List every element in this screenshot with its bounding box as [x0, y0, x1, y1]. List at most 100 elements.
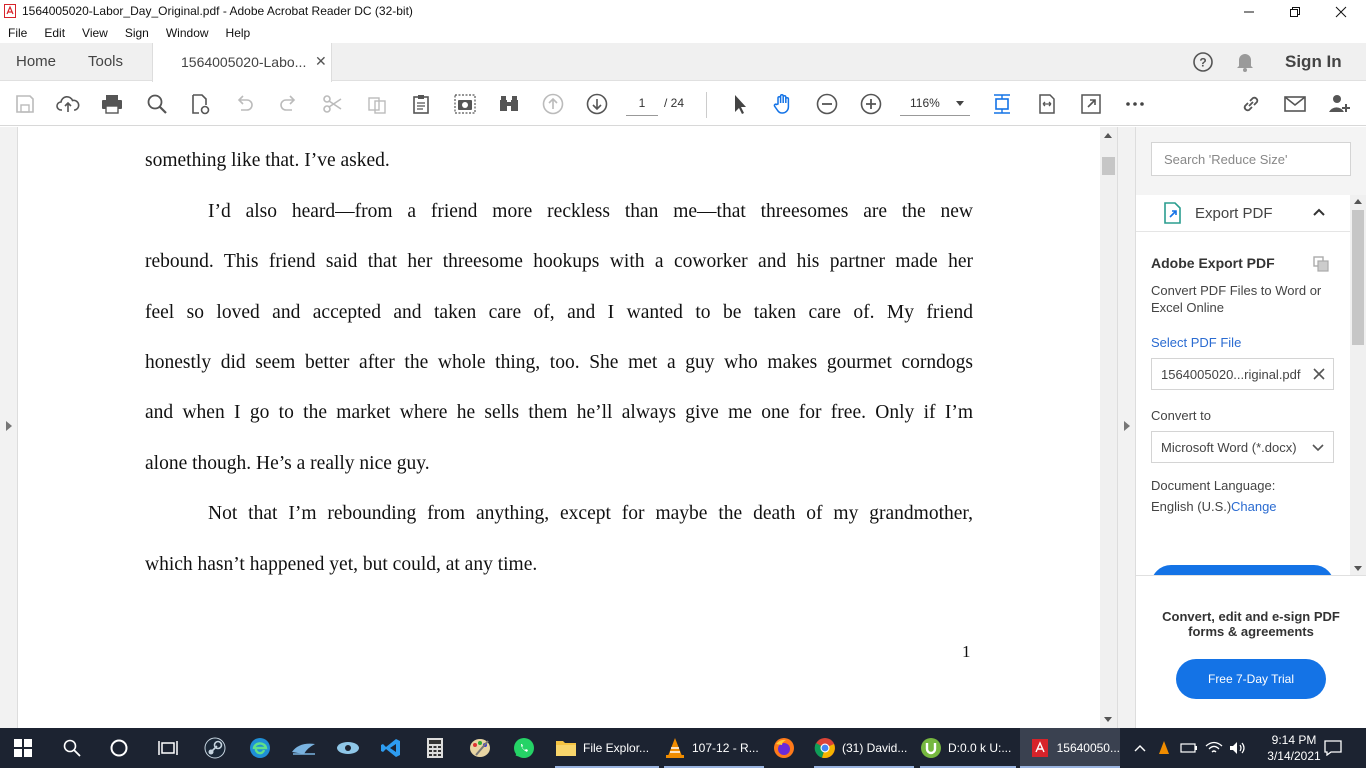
- rotate-view-button[interactable]: [1034, 91, 1060, 117]
- email-button[interactable]: [1282, 91, 1308, 117]
- taskbar-whatsapp[interactable]: [512, 728, 536, 768]
- taskbar-firefox[interactable]: [772, 728, 796, 768]
- previous-page-button[interactable]: [540, 91, 566, 117]
- taskbar-chrome[interactable]: (31) David...: [814, 728, 914, 768]
- taskbar-app-eye[interactable]: [335, 728, 361, 768]
- bell-icon[interactable]: [1235, 51, 1255, 73]
- minimize-button[interactable]: [1226, 0, 1272, 23]
- scroll-down-icon[interactable]: [1354, 566, 1362, 571]
- taskbar-clock[interactable]: 9:14 PM 3/14/2021: [1264, 732, 1324, 764]
- tab-bar: Home Tools 1564005020-Labo... ✕ ? Sign I…: [0, 43, 1366, 82]
- taskbar-steam[interactable]: [204, 728, 226, 768]
- convert-button[interactable]: [1151, 565, 1334, 575]
- tab-document[interactable]: 1564005020-Labo... ✕: [152, 43, 332, 82]
- zoom-in-button[interactable]: [858, 91, 884, 117]
- restore-button[interactable]: [1272, 0, 1318, 23]
- menu-view[interactable]: View: [82, 26, 108, 40]
- scroll-down-icon[interactable]: [1104, 717, 1112, 722]
- search-button[interactable]: [62, 728, 82, 768]
- cut-button[interactable]: [320, 91, 346, 117]
- scrollbar-thumb[interactable]: [1102, 157, 1115, 175]
- menu-edit[interactable]: Edit: [44, 26, 65, 40]
- tray-battery[interactable]: [1179, 728, 1199, 768]
- remove-file-icon[interactable]: [1311, 366, 1327, 382]
- print-button[interactable]: [99, 91, 125, 117]
- taskbar-app-shark[interactable]: [291, 728, 317, 768]
- tools-pane-toggle[interactable]: [1117, 127, 1136, 728]
- chevron-up-icon[interactable]: [1311, 204, 1327, 220]
- taskbar-vscode[interactable]: [380, 728, 402, 768]
- search-icon: [147, 94, 167, 114]
- arrow-up-circle-icon: [542, 93, 564, 115]
- undo-button[interactable]: [231, 91, 257, 117]
- navigation-pane-toggle[interactable]: [0, 127, 18, 728]
- taskbar-vlc[interactable]: 107-12 - R...: [664, 728, 764, 768]
- upload-cloud-button[interactable]: [55, 91, 81, 117]
- tab-home[interactable]: Home: [16, 53, 56, 70]
- menu-sign[interactable]: Sign: [125, 26, 149, 40]
- tools-search-input[interactable]: Search 'Reduce Size': [1151, 142, 1351, 176]
- read-mode-button[interactable]: [496, 91, 522, 117]
- scroll-up-icon[interactable]: [1354, 199, 1362, 204]
- add-people-button[interactable]: [1326, 91, 1352, 117]
- scrollbar-thumb[interactable]: [1352, 210, 1364, 345]
- tray-volume[interactable]: [1228, 728, 1248, 768]
- acrobat-pdf-icon: [1032, 739, 1049, 757]
- selected-file-field[interactable]: 1564005020...riginal.pdf: [1151, 358, 1334, 390]
- more-tools-button[interactable]: [1122, 91, 1148, 117]
- tools-pane-scrollbar[interactable]: [1350, 195, 1366, 575]
- share-link-button[interactable]: [1238, 91, 1264, 117]
- find-button[interactable]: [144, 91, 170, 117]
- document-scrollbar[interactable]: [1100, 127, 1117, 728]
- scroll-up-icon[interactable]: [1104, 133, 1112, 138]
- close-tab-icon[interactable]: ✕: [315, 53, 327, 70]
- menu-file[interactable]: File: [8, 26, 27, 40]
- menu-help[interactable]: Help: [226, 26, 251, 40]
- zoom-out-button[interactable]: [814, 91, 840, 117]
- document-page[interactable]: something like that. I’ve asked. I’d als…: [19, 127, 1100, 728]
- full-screen-button[interactable]: [1078, 91, 1104, 117]
- tray-wifi[interactable]: [1204, 728, 1224, 768]
- whatsapp-icon: [514, 738, 534, 758]
- copy-button[interactable]: [364, 91, 390, 117]
- close-button[interactable]: [1318, 0, 1364, 23]
- free-trial-button[interactable]: Free 7-Day Trial: [1176, 659, 1326, 699]
- export-pdf-header[interactable]: Export PDF: [1136, 195, 1350, 232]
- page-number-input[interactable]: 1: [626, 92, 658, 116]
- search-icon: [63, 739, 81, 757]
- select-tool-button[interactable]: [727, 91, 753, 117]
- taskbar-acrobat[interactable]: 15640050...: [1020, 728, 1120, 768]
- help-icon[interactable]: ?: [1192, 51, 1214, 73]
- binoculars-icon: [500, 96, 518, 111]
- fit-page-button[interactable]: [989, 91, 1015, 117]
- tab-tools[interactable]: Tools: [88, 53, 123, 70]
- cloud-upload-icon: [56, 96, 80, 112]
- taskbar-paint[interactable]: [468, 728, 492, 768]
- save-button[interactable]: [12, 91, 38, 117]
- sign-in-button[interactable]: Sign In: [1285, 52, 1342, 72]
- redo-button[interactable]: [276, 91, 302, 117]
- taskbar-utorrent[interactable]: D:0.0 k U:...: [920, 728, 1016, 768]
- document-line: something like that. I’ve asked.: [145, 150, 390, 171]
- file-settings-button[interactable]: [187, 91, 213, 117]
- show-hidden-icons[interactable]: [1132, 728, 1148, 768]
- camera-icon: [454, 94, 476, 114]
- convert-to-select[interactable]: Microsoft Word (*.docx): [1151, 431, 1334, 463]
- select-pdf-file-link[interactable]: Select PDF File: [1151, 335, 1241, 350]
- tray-vlc[interactable]: [1155, 728, 1173, 768]
- hand-tool-button[interactable]: [770, 91, 796, 117]
- taskbar-calculator[interactable]: [425, 728, 445, 768]
- next-page-button[interactable]: [584, 91, 610, 117]
- action-center-button[interactable]: [1320, 728, 1346, 768]
- convert-to-value: Microsoft Word (*.docx): [1161, 440, 1297, 455]
- taskbar-file-explorer[interactable]: File Explor...: [555, 728, 659, 768]
- menu-window[interactable]: Window: [166, 26, 209, 40]
- change-language-link[interactable]: Change: [1231, 499, 1277, 514]
- snapshot-button[interactable]: [452, 91, 478, 117]
- zoom-level-dropdown[interactable]: 116%: [900, 92, 970, 116]
- cortana-button[interactable]: [109, 728, 129, 768]
- taskbar-edge[interactable]: [248, 728, 272, 768]
- start-button[interactable]: [13, 728, 35, 768]
- task-view-button[interactable]: [157, 728, 179, 768]
- paste-button[interactable]: [408, 91, 434, 117]
